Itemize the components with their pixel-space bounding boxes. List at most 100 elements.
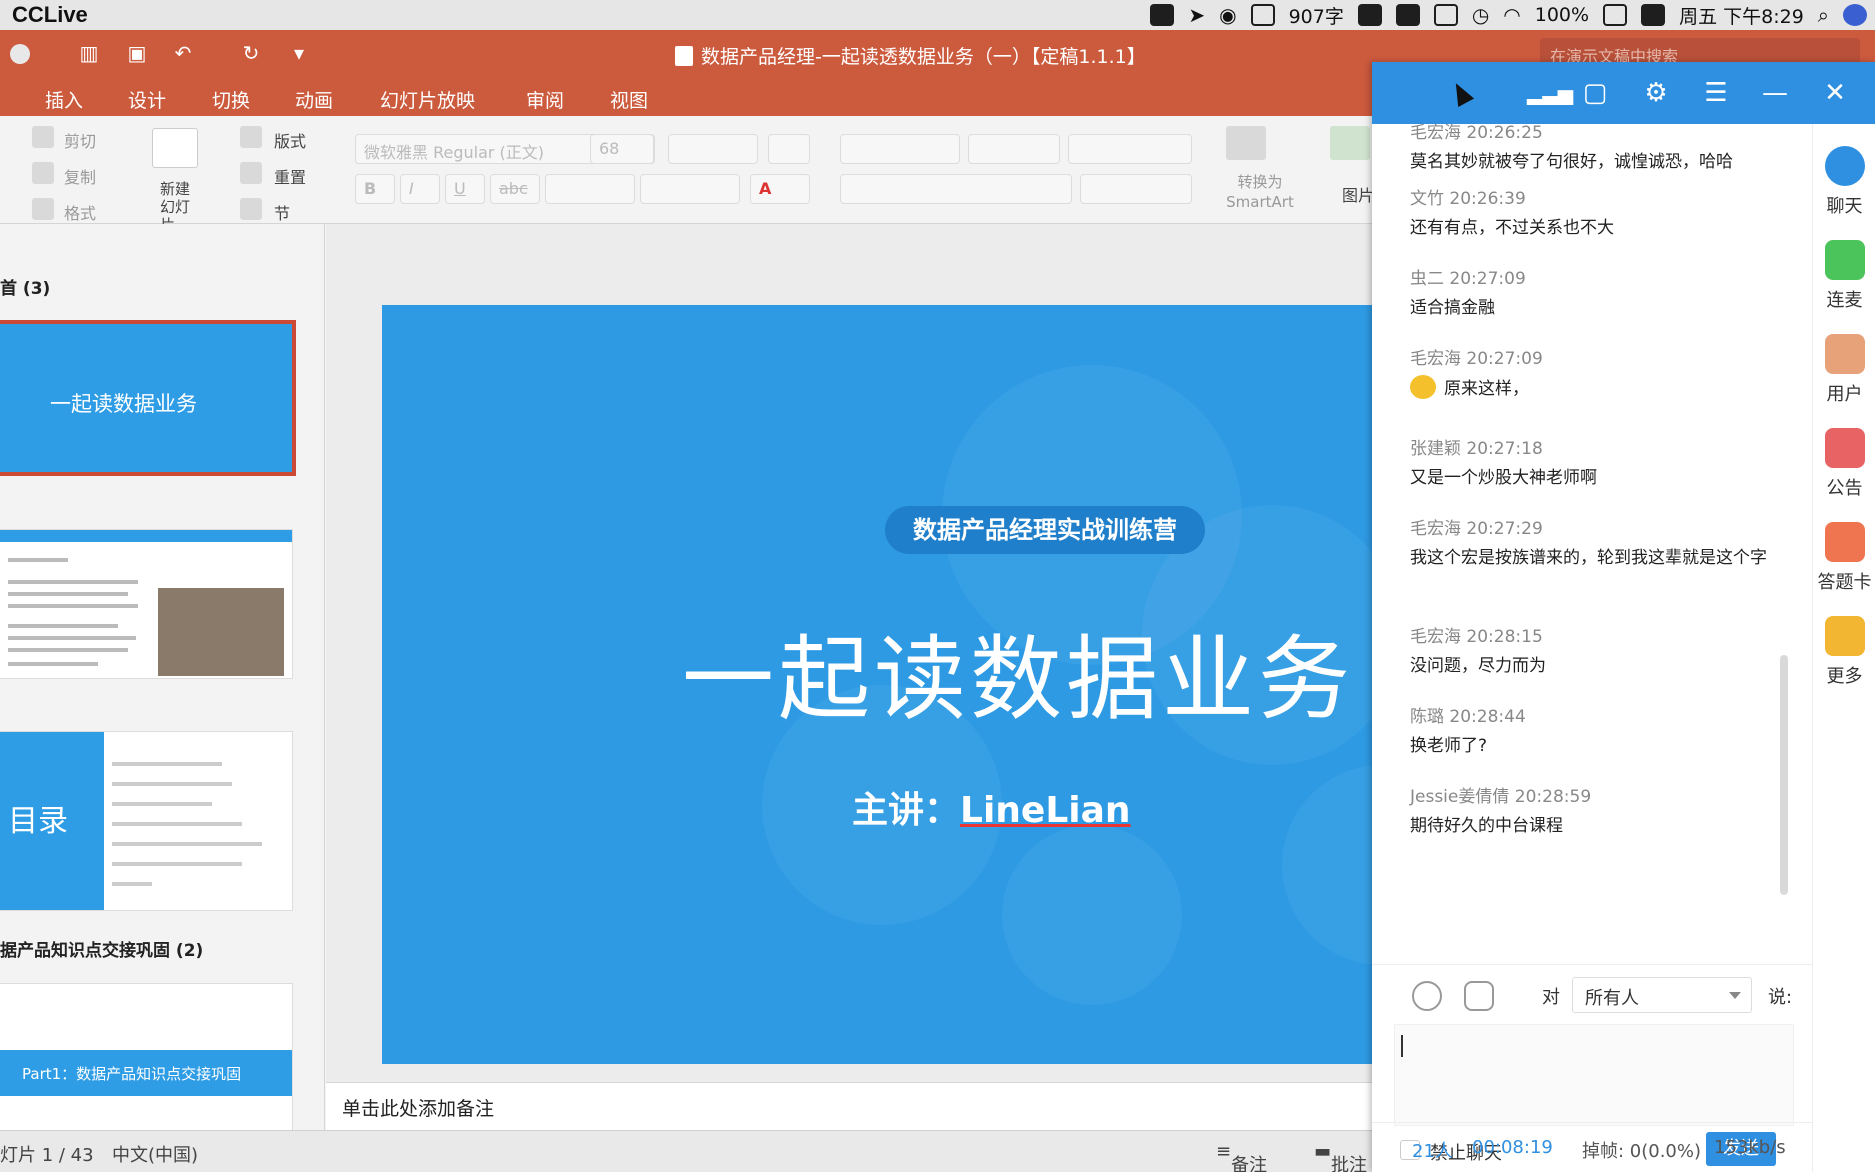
slide-thumbnail-3[interactable]: 目录 xyxy=(0,732,292,910)
message-input[interactable] xyxy=(1394,1024,1794,1126)
superscript-subscript-buttons[interactable] xyxy=(545,174,635,204)
private-chat-icon[interactable] xyxy=(1464,981,1494,1011)
italic-button[interactable]: I xyxy=(400,174,440,204)
time-machine-icon[interactable]: ◷ xyxy=(1472,3,1489,27)
tab-animations[interactable]: 动画 xyxy=(295,86,333,113)
comments-toggle-button[interactable]: ▬ 批注 xyxy=(1314,1141,1367,1172)
wifi-icon[interactable]: ◠ xyxy=(1503,3,1520,27)
input-method-icon[interactable] xyxy=(1433,4,1458,26)
cut-button[interactable]: 剪切 xyxy=(64,128,96,152)
emoji-icon[interactable] xyxy=(1412,981,1442,1011)
font-size-buttons[interactable] xyxy=(668,134,758,164)
clock[interactable]: 周五 下午8:29 xyxy=(1679,2,1804,29)
layout-switch-icon[interactable]: ▢ xyxy=(1580,78,1610,108)
layout-button[interactable]: 版式 xyxy=(274,128,306,152)
new-slide-icon[interactable] xyxy=(152,128,198,168)
format-button[interactable]: 格式 xyxy=(64,200,96,224)
thumbnail-band: Part1：数据产品知识点交接巩固 xyxy=(0,1050,292,1096)
smartart-icon[interactable] xyxy=(1226,126,1266,160)
slide-title[interactable]: 一起读数据业务 xyxy=(682,605,1354,738)
message-time: 20:27:18 xyxy=(1466,439,1543,459)
app-status-icon[interactable] xyxy=(1150,4,1175,26)
chat-message-list[interactable]: 毛宏海 20:26:25 莫名其妙就被夸了句很好，诚惶诚恐，哈哈 文竹 20:2… xyxy=(1372,124,1812,964)
cut-icon[interactable] xyxy=(32,126,54,148)
sidebar-item-chat[interactable]: 聊天 xyxy=(1813,146,1875,218)
notes-toggle-button[interactable]: ≡ 备注 xyxy=(1216,1141,1267,1172)
slide-canvas[interactable]: 数据产品经理实战训练营 一起读数据业务 主讲：LineLian xyxy=(382,305,1375,1064)
keyboard-icon[interactable] xyxy=(1250,4,1275,26)
message-text: 莫名其妙就被夸了句很好，诚惶诚恐，哈哈 xyxy=(1410,152,1733,172)
copy-button[interactable]: 复制 xyxy=(64,164,96,188)
status-bar: 灯片 1 / 43 中文(中国) ≡ 备注 ▬ 批注 xyxy=(0,1130,1375,1172)
sogou-icon[interactable] xyxy=(1641,4,1666,26)
slide-thumbnail-2[interactable] xyxy=(0,530,292,678)
screen-record-icon[interactable] xyxy=(1357,4,1382,26)
slide-thumbnail-1[interactable]: 一起读数据业务 xyxy=(0,324,292,472)
sidebar-item-more[interactable]: 更多 xyxy=(1813,616,1875,688)
mic-icon[interactable] xyxy=(1395,4,1420,26)
slide-thumbnail-panel[interactable]: 首 (3) 一起读数据业务 目录 据产品知识点交接巩固 (2) Part1：数据… xyxy=(0,224,325,1162)
message-time: 20:26:39 xyxy=(1449,189,1526,209)
picture-icon[interactable] xyxy=(1330,126,1370,160)
app-name[interactable]: CCLive xyxy=(12,2,88,28)
reset-icon[interactable] xyxy=(240,162,262,184)
chat-scrollbar[interactable] xyxy=(1780,655,1788,895)
font-color-button[interactable]: A xyxy=(750,174,810,204)
indent-buttons[interactable] xyxy=(968,134,1060,164)
notes-field[interactable]: 单击此处添加备注 xyxy=(326,1082,1375,1130)
undo-icon[interactable]: ↶ xyxy=(170,41,196,65)
strikethrough-button[interactable]: abc xyxy=(490,174,540,204)
minimize-icon[interactable]: — xyxy=(1760,78,1790,108)
copy-icon[interactable] xyxy=(32,162,54,184)
siri-icon[interactable] xyxy=(1843,4,1867,26)
tab-design[interactable]: 设计 xyxy=(128,86,166,113)
bold-button[interactable]: B xyxy=(355,174,395,204)
picture-button[interactable]: 图片 xyxy=(1342,182,1374,206)
convert-smartart-button[interactable]: 转换为SmartArt xyxy=(1220,172,1300,212)
save-icon[interactable]: ▣ xyxy=(124,41,150,65)
tab-transitions[interactable]: 切换 xyxy=(212,86,250,113)
menu-icon[interactable]: ☰ xyxy=(1701,78,1731,108)
clear-format-icon[interactable] xyxy=(768,134,810,164)
section-button[interactable]: 节 xyxy=(274,200,290,224)
layout-icon[interactable] xyxy=(240,126,262,148)
sidebar-item-users[interactable]: 用户 xyxy=(1813,334,1875,406)
slide-speaker[interactable]: 主讲：LineLian xyxy=(852,781,1131,833)
send-icon[interactable]: ➤ xyxy=(1188,3,1205,27)
bullet-list-buttons[interactable] xyxy=(840,134,960,164)
close-icon[interactable]: ✕ xyxy=(1820,78,1850,108)
sidebar-item-answer-card[interactable]: 答题卡 xyxy=(1813,522,1875,594)
section-label[interactable]: 首 (3) xyxy=(0,274,50,299)
language[interactable]: 中文(中国) xyxy=(112,1141,198,1167)
alignment-buttons[interactable] xyxy=(840,174,1072,204)
reset-button[interactable]: 重置 xyxy=(274,164,306,188)
battery-icon[interactable] xyxy=(1603,4,1628,26)
tab-slideshow[interactable]: 幻灯片放映 xyxy=(380,86,475,113)
sidebar-item-mic-link[interactable]: 连麦 xyxy=(1813,240,1875,312)
sidebar-item-announcement[interactable]: 公告 xyxy=(1813,428,1875,500)
customize-toolbar-icon[interactable]: ▾ xyxy=(286,41,312,65)
text-direction-select[interactable] xyxy=(1080,174,1192,204)
settings-icon[interactable]: ⚙ xyxy=(1641,78,1671,108)
window-close-button[interactable] xyxy=(10,44,30,64)
underline-button[interactable]: U xyxy=(445,174,485,204)
wechat-icon[interactable]: ◉ xyxy=(1219,3,1236,27)
character-spacing-select[interactable] xyxy=(640,174,740,204)
format-painter-icon[interactable] xyxy=(32,198,54,220)
spotlight-icon[interactable]: ⌕ xyxy=(1818,3,1829,27)
laughing-emoji-icon xyxy=(1410,375,1436,399)
tab-view[interactable]: 视图 xyxy=(610,86,648,113)
redo-icon[interactable]: ↻ xyxy=(238,41,264,65)
line-spacing-select[interactable] xyxy=(1068,134,1192,164)
message-text: 换老师了? xyxy=(1410,736,1488,756)
recipient-select[interactable]: 所有人 xyxy=(1572,977,1752,1013)
font-size-select[interactable]: 68 xyxy=(590,134,654,164)
section-label[interactable]: 据产品知识点交接巩固 (2) xyxy=(0,936,203,961)
sidebar-toggle-icon[interactable]: ▥ xyxy=(76,41,102,65)
slide-editor[interactable]: 数据产品经理实战训练营 一起读数据业务 主讲：LineLian 单击此处添加备注 xyxy=(326,224,1375,1130)
tab-insert[interactable]: 插入 xyxy=(45,86,83,113)
online-count[interactable]: 21人 xyxy=(1412,1137,1453,1163)
slide-subtitle-pill[interactable]: 数据产品经理实战训练营 xyxy=(885,506,1205,554)
tab-review[interactable]: 审阅 xyxy=(526,86,564,113)
section-icon[interactable] xyxy=(240,198,262,220)
